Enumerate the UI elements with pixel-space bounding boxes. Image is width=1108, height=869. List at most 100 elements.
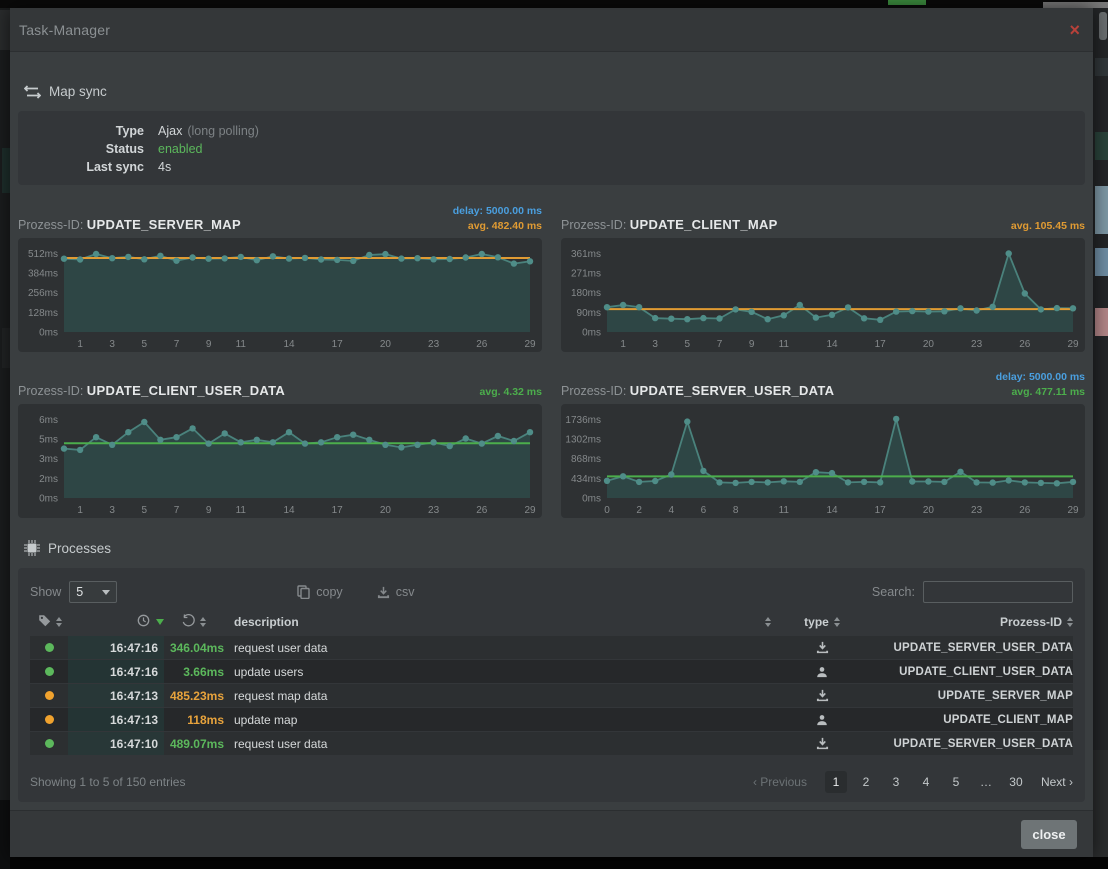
csv-button[interactable]: csv <box>377 585 415 599</box>
process-id-cell: UPDATE_SERVER_USER_DATA <box>861 738 1073 750</box>
charts-grid: Prozess-ID: UPDATE_SERVER_MAP delay: 500… <box>18 185 1085 518</box>
search-group: Search: <box>872 581 1073 603</box>
chart-stats: delay: 5000.00 ms avg. 482.40 ms <box>453 204 542 234</box>
svg-text:26: 26 <box>1019 339 1031 350</box>
duration-cell: 118ms <box>164 713 224 727</box>
close-button[interactable]: close <box>1021 820 1077 849</box>
svg-text:180ms: 180ms <box>571 288 601 299</box>
pagination-pages: 12345 … 30 <box>821 771 1031 793</box>
process-id-cell: UPDATE_SERVER_MAP <box>861 690 1073 702</box>
chart-stats: avg. 4.32 ms <box>480 385 542 400</box>
desktop-background: Task-Manager × Map sync Type Ajax (long … <box>0 0 1108 869</box>
scrollbar-thumb[interactable] <box>1099 12 1107 40</box>
type-column-label: type <box>804 615 829 629</box>
svg-text:23: 23 <box>971 339 983 350</box>
user-icon <box>783 714 861 726</box>
column-header-prozess-id[interactable]: Prozess-ID <box>861 615 1073 629</box>
process-table-body: 16:47:16346.04msrequest user dataUPDATE_… <box>30 636 1073 756</box>
svg-text:5ms: 5ms <box>39 435 58 446</box>
task-manager-modal: Task-Manager × Map sync Type Ajax (long … <box>10 8 1093 857</box>
background-left-edge <box>0 8 10 869</box>
table-row[interactable]: 16:47:163.66msupdate usersUPDATE_CLIENT_… <box>30 660 1073 684</box>
svg-text:11: 11 <box>236 339 247 350</box>
svg-text:128ms: 128ms <box>28 308 58 319</box>
chart-panel: 361ms271ms180ms90ms0ms135791114172023262… <box>561 238 1085 352</box>
search-input[interactable] <box>923 581 1073 603</box>
chart-header: Prozess-ID: UPDATE_SERVER_USER_DATA dela… <box>561 364 1085 400</box>
time-cell: 16:47:10 <box>68 732 164 755</box>
svg-text:7: 7 <box>717 339 723 350</box>
pagination-previous[interactable]: ‹ Previous <box>753 775 807 789</box>
background-fragment <box>888 0 926 5</box>
status-dot <box>45 739 54 748</box>
svg-text:17: 17 <box>875 339 887 350</box>
svg-text:20: 20 <box>380 339 392 350</box>
svg-text:361ms: 361ms <box>571 249 601 260</box>
type-label: Type <box>18 122 158 140</box>
svg-text:4: 4 <box>669 505 675 516</box>
chart-title: Prozess-ID: UPDATE_CLIENT_MAP <box>561 217 778 234</box>
status-label: Status <box>18 140 158 158</box>
page-size-select[interactable]: 5 <box>69 581 117 603</box>
column-header-duration[interactable] <box>164 614 224 630</box>
column-header-time[interactable] <box>68 614 164 630</box>
status-dot <box>45 691 54 700</box>
svg-text:11: 11 <box>779 505 790 516</box>
chart-title: Prozess-ID: UPDATE_SERVER_MAP <box>18 217 241 234</box>
type-value: Ajax <box>158 122 182 140</box>
table-row[interactable]: 16:47:13485.23msrequest map dataUPDATE_S… <box>30 684 1073 708</box>
pagination-page[interactable]: 2 <box>855 771 877 793</box>
duration-cell: 485.23ms <box>164 689 224 703</box>
svg-text:11: 11 <box>236 505 247 516</box>
background-fragment <box>1093 857 1108 869</box>
background-fragment <box>1095 132 1108 160</box>
svg-text:20: 20 <box>380 505 392 516</box>
entries-summary: Showing 1 to 5 of 150 entries <box>30 775 185 789</box>
column-header-description[interactable]: description <box>224 615 783 629</box>
svg-text:29: 29 <box>524 339 536 350</box>
pagination-page[interactable]: 1 <box>825 771 847 793</box>
column-header-type[interactable]: type <box>783 615 861 629</box>
sort-arrows-icon <box>56 617 62 627</box>
chip-icon <box>24 540 40 556</box>
svg-text:17: 17 <box>875 505 887 516</box>
background-fragment <box>1095 186 1108 234</box>
background-fragment <box>1095 248 1108 276</box>
table-row[interactable]: 16:47:16346.04msrequest user dataUPDATE_… <box>30 636 1073 660</box>
status-dot <box>45 715 54 724</box>
svg-text:384ms: 384ms <box>28 269 58 280</box>
svg-text:23: 23 <box>428 505 440 516</box>
modal-body: Map sync Type Ajax (long polling) Status… <box>10 52 1093 810</box>
description-cell: request user data <box>224 737 783 751</box>
status-dot <box>45 643 54 652</box>
pagination-page[interactable]: 4 <box>915 771 937 793</box>
processes-table-panel: Show 5 copy <box>18 568 1085 802</box>
process-id-cell: UPDATE_CLIENT_MAP <box>861 714 1073 726</box>
process-id-cell: UPDATE_SERVER_USER_DATA <box>861 642 1073 654</box>
processes-heading-label: Processes <box>48 541 111 556</box>
background-top-bar <box>0 0 1108 8</box>
svg-text:6: 6 <box>701 505 707 516</box>
column-header-status[interactable] <box>30 614 68 630</box>
table-row[interactable]: 16:47:13118msupdate mapUPDATE_CLIENT_MAP <box>30 708 1073 732</box>
svg-text:0ms: 0ms <box>582 328 601 339</box>
svg-text:0: 0 <box>604 505 610 516</box>
copy-button[interactable]: copy <box>297 585 342 599</box>
map-sync-heading-label: Map sync <box>49 84 107 99</box>
modal-header: Task-Manager × <box>10 8 1093 52</box>
chart-update-client-user-data: Prozess-ID: UPDATE_CLIENT_USER_DATA avg.… <box>18 352 542 518</box>
svg-text:26: 26 <box>476 339 488 350</box>
chart-stats: avg. 105.45 ms <box>1011 219 1085 234</box>
delay-stat: delay: 5000.00 ms <box>996 370 1085 385</box>
pagination-page[interactable]: 3 <box>885 771 907 793</box>
delay-stat: delay: 5000.00 ms <box>453 204 542 219</box>
info-row-last-sync: Last sync 4s <box>18 158 1085 176</box>
svg-text:0ms: 0ms <box>39 328 58 339</box>
table-row[interactable]: 16:47:10489.07msrequest user dataUPDATE_… <box>30 732 1073 756</box>
close-icon[interactable]: × <box>1069 21 1080 39</box>
pagination-page[interactable]: … <box>975 771 997 793</box>
pagination-next[interactable]: Next › <box>1041 775 1073 789</box>
svg-text:20: 20 <box>923 339 935 350</box>
pagination-page[interactable]: 30 <box>1005 771 1027 793</box>
pagination-page[interactable]: 5 <box>945 771 967 793</box>
